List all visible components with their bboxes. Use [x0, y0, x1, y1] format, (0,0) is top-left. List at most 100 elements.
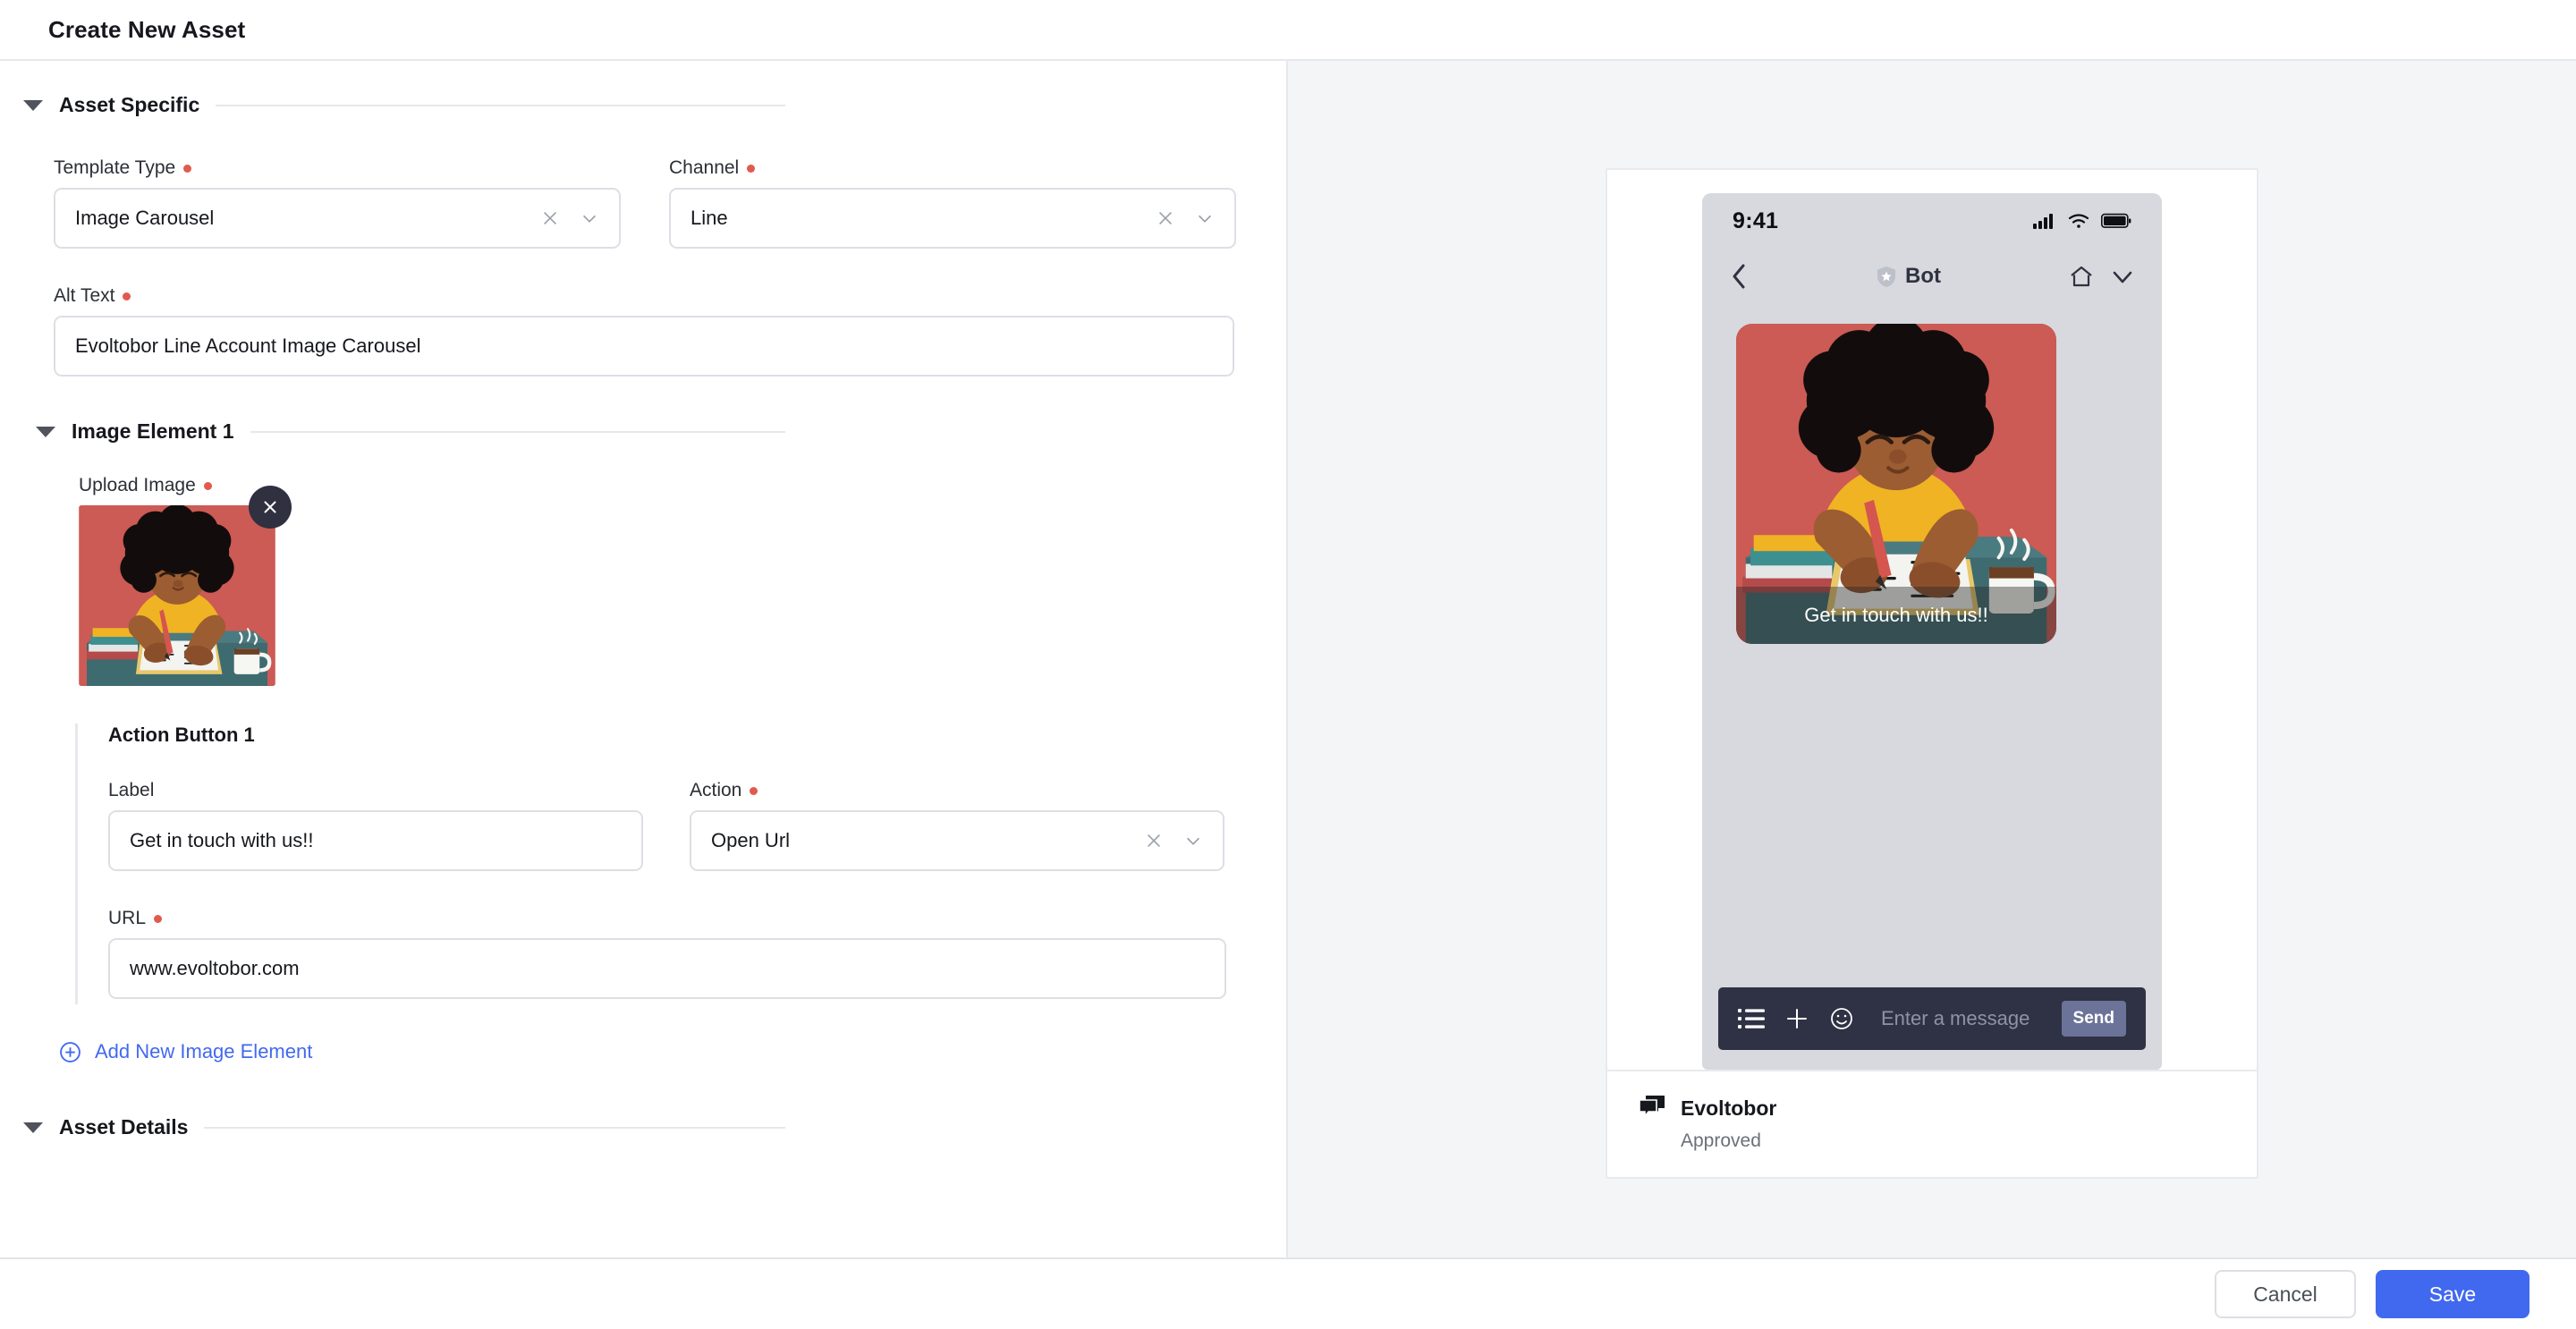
button-url-value: www.evoltobor.com: [130, 957, 300, 979]
window-body: Asset Specific Template Type Image Carou…: [0, 61, 2576, 1257]
chevron-down-icon[interactable]: [1183, 831, 1203, 851]
action-button-fields-row: Label Get in touch with us!! Action Open…: [108, 781, 1229, 871]
cellular-signal-icon: [2033, 214, 2053, 229]
phone-preview-area: 9:41 Bot Get in touch with us!! Enter a …: [1607, 170, 2257, 1070]
carousel-action-button-label: Get in touch with us!!: [1804, 604, 1988, 626]
clear-icon[interactable]: [1144, 831, 1164, 851]
message-composer: Enter a message Send: [1718, 987, 2146, 1050]
verified-shield-icon: [1877, 266, 1895, 287]
required-indicator-icon: [183, 165, 192, 173]
alt-text-label-text: Alt Text: [54, 285, 115, 306]
chat-bubbles-icon: [1639, 1096, 1665, 1119]
phone-chat-header: Bot: [1702, 249, 2162, 304]
chevron-down-icon[interactable]: [36, 426, 55, 437]
chevron-down-icon[interactable]: [2110, 265, 2135, 288]
home-icon[interactable]: [2069, 265, 2094, 288]
chevron-down-icon[interactable]: [1195, 208, 1215, 228]
account-name: Evoltobor: [1681, 1096, 1777, 1120]
chat-title-group: Bot: [1749, 264, 2069, 289]
channel-value: Line: [691, 207, 728, 229]
cancel-button[interactable]: Cancel: [2215, 1270, 2356, 1318]
button-action-select[interactable]: Open Url: [690, 810, 1224, 871]
button-label-input[interactable]: Get in touch with us!!: [108, 810, 643, 871]
required-indicator-icon: [750, 787, 758, 795]
required-indicator-icon: [747, 165, 756, 173]
phone-status-bar: 9:41: [1702, 193, 2162, 249]
phone-mockup: 9:41 Bot Get in touch with us!! Enter a …: [1702, 193, 2162, 1070]
uploaded-image-thumbnail-holder: [79, 486, 292, 686]
section-title-asset-specific: Asset Specific: [59, 93, 200, 116]
preview-card: 9:41 Bot Get in touch with us!! Enter a …: [1606, 168, 2258, 1179]
channel-select[interactable]: Line: [669, 188, 1236, 249]
wifi-icon: [2068, 214, 2089, 228]
footer-action-bar: Cancel Save: [0, 1257, 2576, 1329]
send-button[interactable]: Send: [2061, 1001, 2126, 1037]
button-action-label: Action: [690, 781, 1224, 800]
chevron-down-icon[interactable]: [23, 99, 43, 111]
clear-icon[interactable]: [1156, 208, 1175, 228]
alt-text-field-group: Alt Text Evoltobor Line Account Image Ca…: [0, 286, 1234, 377]
chevron-down-icon[interactable]: [580, 208, 599, 228]
chat-messages-area: Get in touch with us!!: [1702, 304, 2162, 987]
plus-circle-icon: [60, 1041, 80, 1062]
alt-text-value: Evoltobor Line Account Image Carousel: [75, 334, 421, 357]
save-button[interactable]: Save: [2376, 1270, 2529, 1318]
template-channel-row: Template Type Image Carousel Channel Lin…: [0, 158, 1286, 249]
button-action-controls: [1144, 831, 1203, 851]
action-button-1-title: Action Button 1: [108, 724, 255, 746]
required-indicator-icon: [154, 915, 163, 923]
asset-form-panel: Asset Specific Template Type Image Carou…: [0, 61, 1288, 1257]
template-type-controls: [540, 208, 599, 228]
account-row: Evoltobor: [1638, 1095, 2226, 1122]
carousel-action-button[interactable]: Get in touch with us!!: [1736, 587, 2056, 644]
button-label-label-text: Label: [108, 780, 155, 800]
button-action-label-text: Action: [690, 780, 742, 800]
required-indicator-icon: [203, 482, 212, 490]
channel-label: Channel: [669, 158, 1236, 177]
section-header-asset-details[interactable]: Asset Details: [0, 1115, 1286, 1139]
alt-text-label: Alt Text: [54, 286, 1181, 305]
menu-list-icon[interactable]: [1738, 1007, 1765, 1030]
section-title-asset-details: Asset Details: [59, 1115, 189, 1139]
upload-image-group: Upload Image: [0, 476, 1286, 686]
button-url-input[interactable]: www.evoltobor.com: [108, 938, 1226, 999]
required-indicator-icon: [123, 292, 131, 301]
button-url-field-group: URL www.evoltobor.com: [108, 909, 1226, 999]
channel-label-text: Channel: [669, 157, 740, 178]
upload-image-label-text: Upload Image: [79, 475, 196, 495]
approval-status: Approved: [1681, 1130, 1761, 1151]
add-new-image-element-button[interactable]: Add New Image Element: [59, 1040, 1286, 1063]
plus-icon[interactable]: [1784, 1006, 1809, 1031]
template-type-label-text: Template Type: [54, 157, 176, 178]
emoji-icon[interactable]: [1829, 1006, 1854, 1031]
uploaded-image-thumbnail[interactable]: [79, 505, 275, 686]
status-indicators: [2033, 213, 2131, 229]
remove-image-button[interactable]: [249, 486, 292, 529]
add-new-image-element-label: Add New Image Element: [95, 1040, 313, 1062]
clear-icon[interactable]: [540, 208, 560, 228]
template-type-field-group: Template Type Image Carousel: [54, 158, 621, 249]
template-type-select[interactable]: Image Carousel: [54, 188, 621, 249]
close-icon: [264, 501, 276, 513]
image-carousel-bubble[interactable]: Get in touch with us!!: [1736, 324, 2056, 644]
section-header-asset-specific[interactable]: Asset Specific: [0, 93, 1286, 117]
button-label-field-group: Label Get in touch with us!!: [108, 781, 643, 871]
message-input[interactable]: Enter a message: [1874, 1007, 2042, 1030]
button-action-field-group: Action Open Url: [690, 781, 1224, 871]
section-title-image-element-1: Image Element 1: [72, 419, 234, 443]
section-divider: [216, 104, 785, 106]
section-divider: [204, 1126, 785, 1129]
create-new-asset-window: Create New Asset Asset Specific Template…: [0, 0, 2576, 1329]
button-label-value: Get in touch with us!!: [130, 829, 314, 851]
back-arrow-icon[interactable]: [1729, 262, 1749, 291]
chevron-down-icon[interactable]: [23, 1122, 43, 1133]
alt-text-input[interactable]: Evoltobor Line Account Image Carousel: [54, 316, 1234, 377]
status-time: 9:41: [1733, 207, 1779, 233]
battery-icon: [2101, 213, 2131, 228]
button-url-label-text: URL: [108, 908, 147, 928]
template-type-label: Template Type: [54, 158, 621, 177]
button-url-label: URL: [108, 909, 1226, 927]
channel-controls: [1156, 208, 1215, 228]
chat-title: Bot: [1905, 264, 1941, 288]
section-header-image-element-1[interactable]: Image Element 1: [0, 419, 1286, 444]
